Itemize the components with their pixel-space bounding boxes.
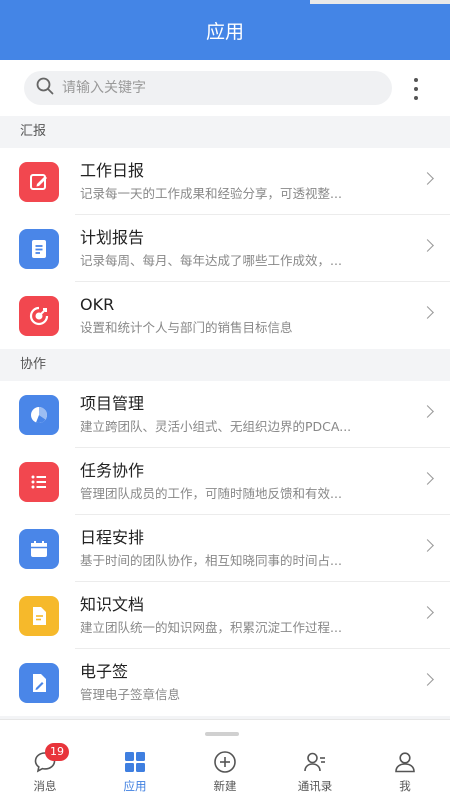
chevron-right-icon	[421, 606, 434, 619]
unread-badge: 19	[45, 743, 69, 761]
status-bar-notch	[310, 0, 450, 4]
app-item-desc: 管理电子签章信息	[80, 687, 181, 702]
nav-label: 新建	[213, 779, 237, 793]
collaboration-list: 项目管理 建立跨团队、灵活小组式、无组织边界的PDCA... 任务协作 管理团队…	[0, 381, 450, 716]
file-icon	[19, 595, 59, 636]
chevron-right-icon	[421, 306, 434, 319]
nav-item-contacts[interactable]: 通讯录	[270, 720, 360, 800]
more-options-button[interactable]	[406, 78, 426, 100]
nav-label: 通讯录	[297, 779, 333, 793]
app-item-schedule[interactable]: 日程安排 基于时间的团队协作，相互知晓同事的时间占...	[0, 515, 450, 582]
app-item-title: 任务协作	[80, 461, 145, 480]
app-item-task-collaboration[interactable]: 任务协作 管理团队成员的工作，可随时随地反馈和有效...	[0, 448, 450, 515]
app-item-title: 计划报告	[80, 228, 145, 247]
nav-label: 我	[399, 779, 411, 793]
app-item-desc: 基于时间的团队协作，相互知晓同事的时间占...	[80, 553, 342, 568]
app-item-title: OKR	[80, 295, 115, 314]
nav-item-messages[interactable]: 19 消息	[0, 720, 90, 800]
task-list-icon	[19, 461, 59, 502]
page-title: 应用	[205, 20, 244, 43]
app-item-project-management[interactable]: 项目管理 建立跨团队、灵活小组式、无组织边界的PDCA...	[0, 381, 450, 448]
chevron-right-icon	[421, 673, 434, 686]
app-item-desc: 管理团队成员的工作，可随时随地反馈和有效...	[80, 486, 342, 501]
nav-label: 应用	[123, 779, 147, 793]
chevron-right-icon	[421, 472, 434, 485]
report-list: 工作日报 记录每一天的工作成果和经验分享，可透视整... 计划报告 记录每周、每…	[0, 148, 450, 349]
chat-icon: 19	[33, 743, 69, 774]
chevron-right-icon	[421, 239, 434, 252]
search-box[interactable]	[24, 71, 392, 105]
app-item-plan-report[interactable]: 计划报告 记录每周、每月、每年达成了哪些工作成效，...	[0, 215, 450, 282]
more-dot	[414, 78, 418, 82]
edit-icon	[19, 161, 59, 202]
target-icon	[19, 295, 59, 336]
app-item-desc: 设置和统计个人与部门的销售目标信息	[80, 320, 293, 335]
signature-icon	[19, 662, 59, 703]
app-item-knowledge-docs[interactable]: 知识文档 建立团队统一的知识网盘，积累沉淀工作过程...	[0, 582, 450, 649]
document-icon	[19, 228, 59, 269]
app-item-title: 项目管理	[80, 394, 145, 413]
chevron-right-icon	[421, 172, 434, 185]
more-dot	[414, 87, 418, 91]
app-item-okr[interactable]: OKR 设置和统计个人与部门的销售目标信息	[0, 282, 450, 349]
user-icon	[393, 750, 417, 774]
app-item-desc: 记录每一天的工作成果和经验分享，可透视整...	[80, 186, 342, 201]
nav-item-me[interactable]: 我	[360, 720, 450, 800]
section-header-collaboration: 协作	[0, 349, 450, 381]
app-item-desc: 建立团队统一的知识网盘，积累沉淀工作过程...	[80, 620, 342, 635]
search-bar	[0, 60, 450, 116]
more-dot	[414, 96, 418, 100]
app-item-daily-report[interactable]: 工作日报 记录每一天的工作成果和经验分享，可透视整...	[0, 148, 450, 215]
chevron-right-icon	[421, 539, 434, 552]
pie-chart-icon	[19, 394, 59, 435]
drag-handle[interactable]	[205, 732, 239, 736]
app-item-e-signature[interactable]: 电子签 管理电子签章信息	[0, 649, 450, 716]
section-header-report: 汇报	[0, 116, 450, 148]
chevron-right-icon	[421, 405, 434, 418]
search-input[interactable]	[62, 80, 362, 96]
app-item-title: 知识文档	[80, 595, 145, 614]
app-header: 应用	[0, 0, 450, 60]
nav-label: 消息	[33, 779, 57, 793]
nav-item-apps[interactable]: 应用	[90, 720, 180, 800]
app-item-desc: 记录每周、每月、每年达成了哪些工作成效，...	[80, 253, 342, 268]
calendar-icon	[19, 528, 59, 569]
search-icon	[36, 77, 54, 99]
app-item-desc: 建立跨团队、灵活小组式、无组织边界的PDCA...	[80, 419, 352, 434]
contacts-icon	[303, 750, 327, 774]
apps-grid-icon	[123, 750, 147, 774]
app-item-title: 电子签	[80, 662, 129, 681]
add-circle-icon	[213, 750, 237, 774]
app-item-title: 日程安排	[80, 528, 145, 547]
app-item-title: 工作日报	[80, 161, 145, 180]
